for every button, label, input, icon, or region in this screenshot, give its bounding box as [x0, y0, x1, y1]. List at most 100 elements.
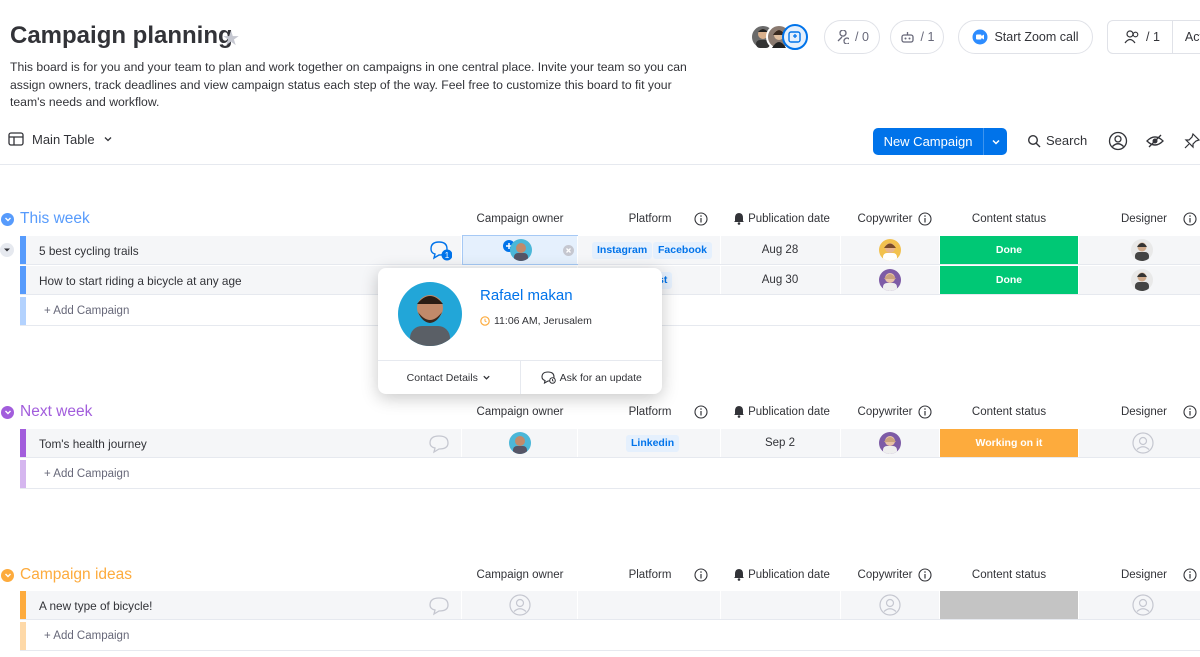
info-icon[interactable]	[1183, 568, 1197, 582]
col-copywriter[interactable]: Copywriter	[850, 406, 920, 418]
col-platform[interactable]: Platform	[600, 213, 700, 225]
col-campaign-owner[interactable]: Campaign owner	[463, 213, 577, 225]
item-name[interactable]: A new type of bicycle!	[39, 599, 152, 613]
info-icon[interactable]	[694, 568, 708, 582]
col-publication-date[interactable]: Publication date	[746, 569, 832, 581]
members-button[interactable]: / 1 Activi	[1107, 20, 1200, 54]
info-icon[interactable]	[1183, 212, 1197, 226]
hide-icon[interactable]	[1146, 133, 1164, 149]
search-button[interactable]: Search	[1027, 133, 1087, 148]
col-designer[interactable]: Designer	[1110, 213, 1178, 225]
search-label: Search	[1046, 133, 1088, 148]
copywriter-avatar[interactable]	[879, 269, 901, 291]
publication-date[interactable]: Aug 30	[720, 274, 840, 286]
empty-person-icon[interactable]	[879, 594, 901, 616]
col-platform[interactable]: Platform	[600, 406, 700, 418]
board-description[interactable]: This board is for you and your team to p…	[10, 59, 700, 112]
pin-icon[interactable]	[1184, 133, 1200, 149]
owner-avatar[interactable]	[509, 432, 531, 454]
col-copywriter[interactable]: Copywriter	[850, 213, 920, 225]
favorite-star-icon[interactable]: ★	[222, 26, 240, 51]
col-publication-date[interactable]: Publication date	[746, 406, 832, 418]
board-members-avatars[interactable]	[750, 24, 812, 52]
info-icon[interactable]	[694, 212, 708, 226]
info-icon[interactable]	[918, 568, 932, 582]
table-row[interactable]: A new type of bicycle!	[20, 591, 1200, 620]
col-designer[interactable]: Designer	[1110, 406, 1178, 418]
empty-person-icon[interactable]	[1132, 594, 1154, 616]
add-item-label[interactable]: + Add Campaign	[44, 305, 129, 317]
view-selector[interactable]: Main Table	[8, 131, 113, 147]
col-platform[interactable]: Platform	[600, 569, 700, 581]
col-content-status[interactable]: Content status	[940, 406, 1078, 418]
platform-tag[interactable]: Linkedin	[626, 435, 680, 452]
group-title-next-week[interactable]: Next week	[1, 403, 92, 421]
owner-cell-active[interactable]	[462, 235, 578, 265]
board-title[interactable]: Campaign planning	[10, 22, 233, 50]
conversation-icon[interactable]	[428, 596, 450, 616]
designer-avatar[interactable]	[1131, 269, 1153, 291]
table-row[interactable]: Tom's health journey Linkedin Sep 2 Work…	[20, 429, 1200, 458]
designer-avatar[interactable]	[1131, 239, 1153, 261]
new-campaign-dropdown[interactable]	[983, 128, 1007, 155]
zoom-icon	[972, 29, 988, 45]
info-icon[interactable]	[1183, 405, 1197, 419]
conversation-icon[interactable]: 1	[428, 240, 452, 262]
remove-person-icon[interactable]	[563, 245, 574, 256]
empty-person-icon[interactable]	[509, 594, 531, 616]
conversation-icon[interactable]	[428, 434, 450, 454]
activity-label[interactable]: Activi	[1171, 21, 1200, 53]
copywriter-avatar[interactable]	[879, 239, 901, 261]
col-content-status[interactable]: Content status	[940, 569, 1078, 581]
header-divider	[0, 164, 1200, 165]
chevron-down-icon	[483, 375, 490, 380]
item-name[interactable]: 5 best cycling trails	[39, 244, 139, 258]
collapse-group-icon[interactable]	[1, 212, 14, 226]
person-card-name[interactable]: Rafael makan	[480, 287, 573, 304]
publication-date[interactable]: Sep 2	[720, 437, 840, 449]
view-label: Main Table	[32, 131, 95, 147]
add-item-label[interactable]: + Add Campaign	[44, 468, 129, 480]
platform-tag[interactable]: Facebook	[653, 242, 713, 259]
group-title-this-week[interactable]: This week	[1, 210, 90, 228]
add-item-row[interactable]: + Add Campaign	[20, 460, 1200, 488]
info-icon[interactable]	[918, 212, 932, 226]
contact-details-button[interactable]: Contact Details	[378, 361, 520, 394]
col-content-status[interactable]: Content status	[940, 213, 1078, 225]
info-icon[interactable]	[694, 405, 708, 419]
collapse-group-icon[interactable]	[1, 405, 14, 419]
status-label[interactable]	[940, 591, 1078, 619]
new-campaign-label: New Campaign	[883, 134, 973, 149]
copywriter-avatar[interactable]	[879, 432, 901, 454]
status-label[interactable]: Done	[940, 236, 1078, 264]
new-campaign-button[interactable]: New Campaign	[873, 128, 1007, 155]
owner-avatar[interactable]	[510, 239, 532, 261]
col-campaign-owner[interactable]: Campaign owner	[463, 406, 577, 418]
group-title-campaign-ideas[interactable]: Campaign ideas	[1, 566, 132, 584]
invite-members-icon[interactable]	[782, 24, 808, 50]
publication-date[interactable]: Aug 28	[720, 244, 840, 256]
automations-button[interactable]: / 1	[890, 20, 944, 54]
status-label[interactable]: Working on it	[940, 429, 1078, 457]
info-icon[interactable]	[918, 405, 932, 419]
person-card-popup[interactable]: Rafael makan 11:06 AM, Jerusalem Contact…	[378, 268, 662, 394]
ask-for-update-button[interactable]: Ask for an update	[519, 361, 663, 394]
empty-person-icon[interactable]	[1132, 432, 1154, 454]
add-item-row[interactable]: + Add Campaign	[20, 622, 1200, 650]
collapse-group-icon[interactable]	[1, 568, 14, 582]
zoom-call-button[interactable]: Start Zoom call	[958, 20, 1093, 54]
row-menu-icon[interactable]	[0, 243, 14, 257]
table-row[interactable]: 5 best cycling trails 1 Instagram Facebo…	[20, 235, 1200, 265]
person-card-avatar	[398, 282, 462, 346]
item-name[interactable]: How to start riding a bicycle at any age	[39, 274, 242, 288]
add-item-label[interactable]: + Add Campaign	[44, 630, 129, 642]
item-name[interactable]: Tom's health journey	[39, 437, 147, 451]
person-filter-icon[interactable]	[1108, 131, 1128, 151]
col-publication-date[interactable]: Publication date	[746, 213, 832, 225]
col-copywriter[interactable]: Copywriter	[850, 569, 920, 581]
col-designer[interactable]: Designer	[1110, 569, 1178, 581]
integrations-button[interactable]: / 0	[824, 20, 880, 54]
platform-tag[interactable]: Instagram	[592, 242, 653, 259]
col-campaign-owner[interactable]: Campaign owner	[463, 569, 577, 581]
status-label[interactable]: Done	[940, 266, 1078, 294]
